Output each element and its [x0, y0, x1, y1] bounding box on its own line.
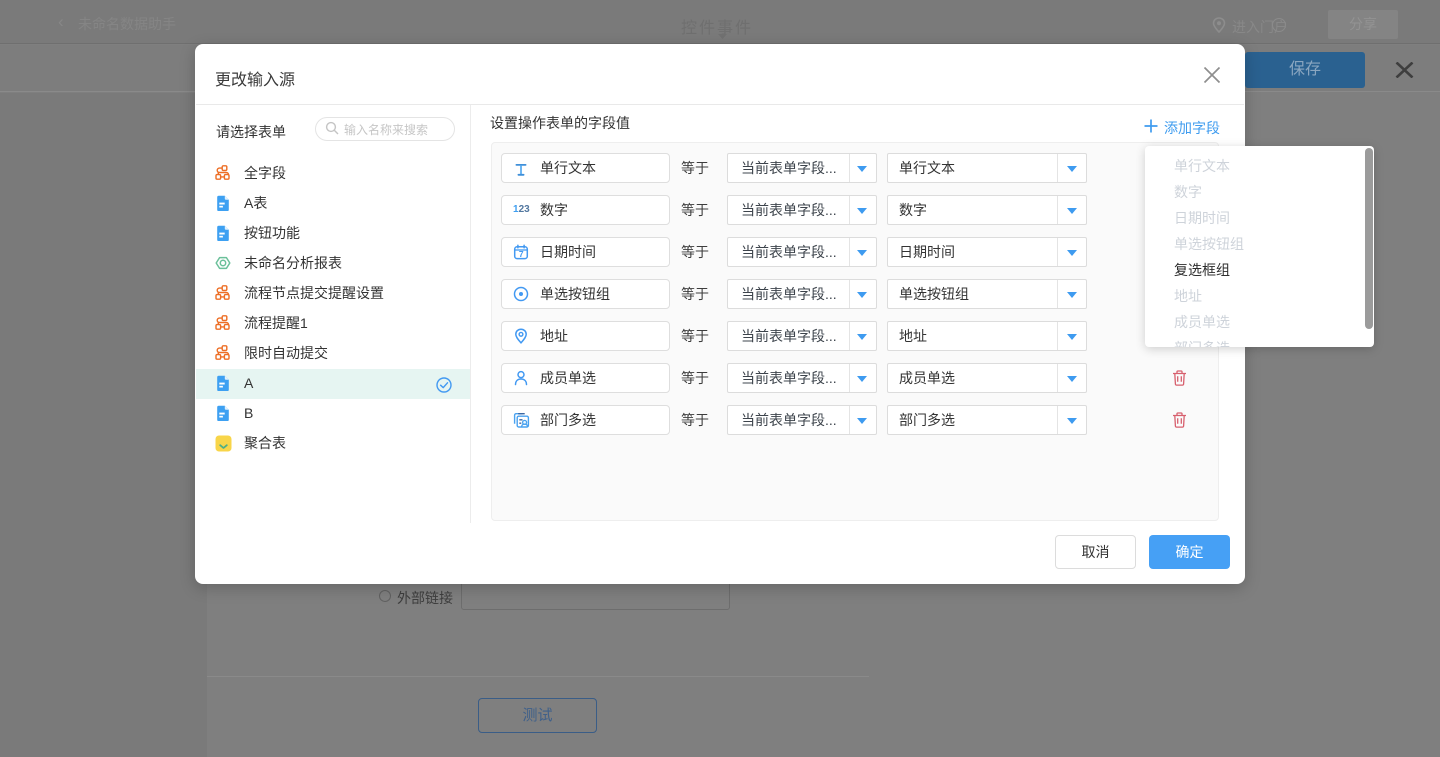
svg-text:7: 7	[519, 249, 524, 259]
